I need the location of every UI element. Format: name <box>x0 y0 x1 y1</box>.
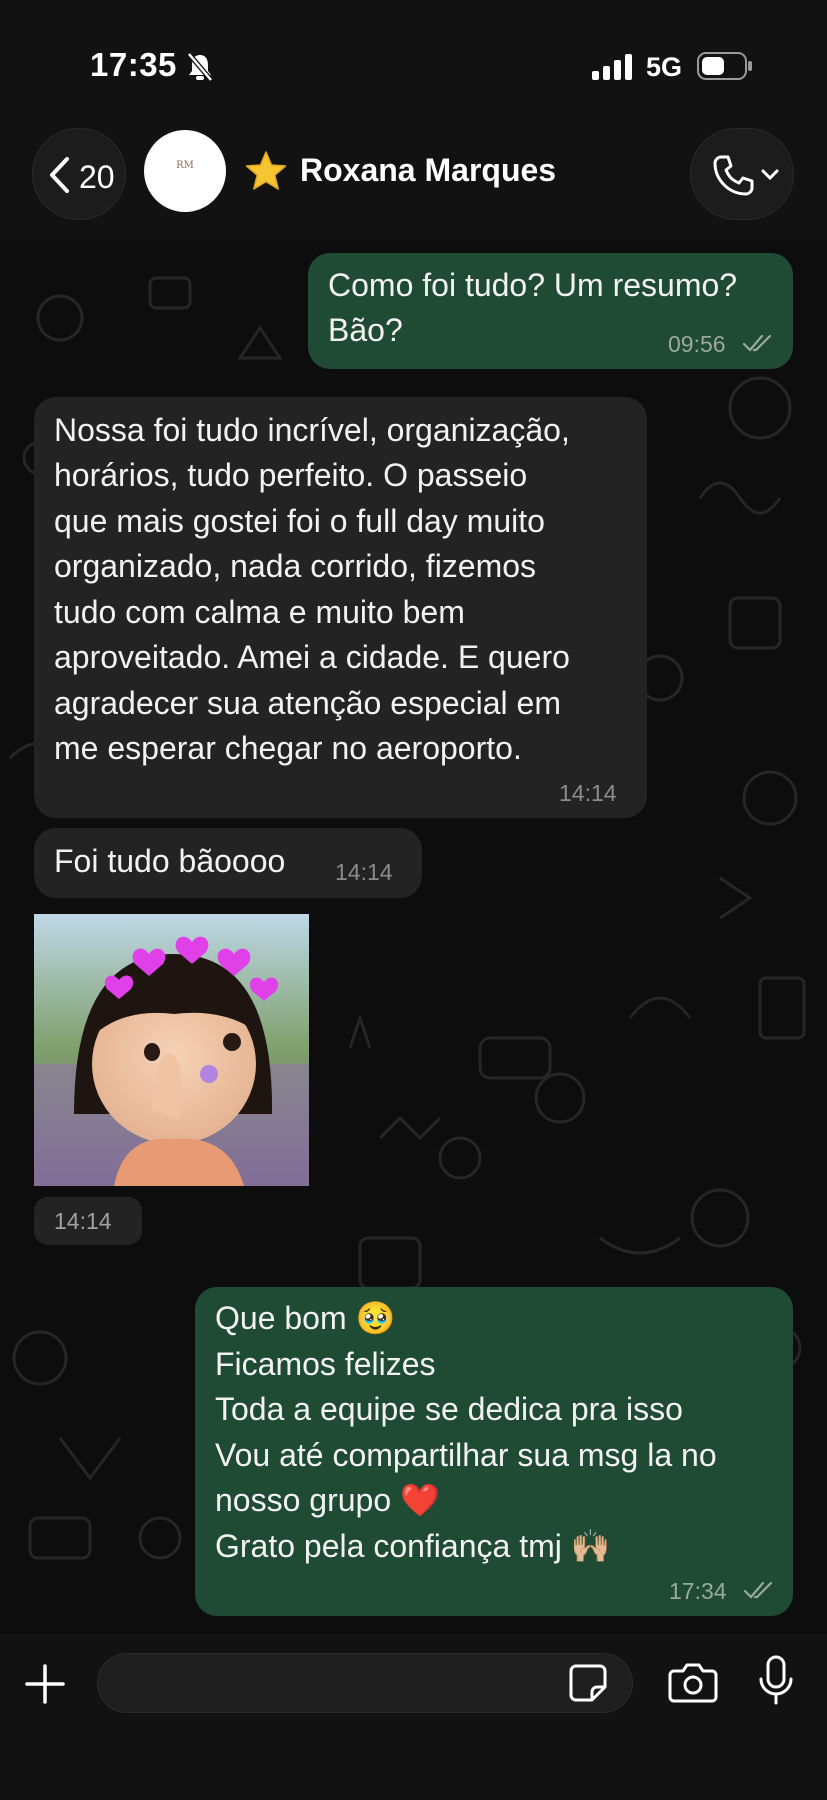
message-line: Foi tudo bãoooo <box>54 843 286 879</box>
incoming-message[interactable]: Nossa foi tudo incrível, organização, ho… <box>34 397 647 818</box>
sticker-time-pill: 14:14 <box>34 1197 142 1245</box>
microphone-icon[interactable] <box>756 1655 796 1707</box>
status-bar: 17:35 5G <box>0 0 827 130</box>
read-ticks-icon <box>742 334 772 352</box>
input-bar <box>0 1633 827 1800</box>
message-line: agradecer sua atenção especial em <box>54 685 561 721</box>
message-line: organizado, nada corrido, fizemos <box>54 548 537 584</box>
message-line: Ficamos felizes <box>215 1346 436 1382</box>
signal-icon <box>592 54 632 80</box>
outgoing-message[interactable]: Como foi tudo? Um resumo? Bão? 09:56 <box>308 253 793 369</box>
chat-header: 20 RM Roxana Marques <box>0 118 827 240</box>
plus-icon[interactable] <box>24 1663 66 1705</box>
message-line: Nossa foi tudo incrível, organização, <box>54 412 570 448</box>
message-time: 14:14 <box>335 859 393 885</box>
message-line: Como foi tudo? Um resumo? <box>328 267 738 303</box>
outgoing-message[interactable]: Que bom 🥹 Ficamos felizes Toda a equipe … <box>195 1287 793 1616</box>
sticker-icon[interactable] <box>568 1663 608 1703</box>
message-time: 14:14 <box>54 1208 112 1234</box>
contact-name[interactable]: Roxana Marques <box>300 152 556 189</box>
message-input[interactable] <box>97 1653 633 1713</box>
network-label: 5G <box>646 52 683 82</box>
message-line: Bão? <box>328 312 403 348</box>
message-line: Grato pela confiança tmj 🙌🏼 <box>215 1528 611 1564</box>
chevron-left-icon <box>50 157 69 193</box>
read-ticks-icon <box>743 1581 773 1599</box>
status-time: 17:35 <box>90 46 177 83</box>
message-line: Toda a equipe se dedica pra isso <box>215 1391 683 1427</box>
message-line: aproveitado. Amei a cidade. E quero <box>54 639 570 675</box>
message-time: 09:56 <box>668 331 726 357</box>
message-line: que mais gostei foi o full day muito <box>54 503 545 539</box>
call-button[interactable] <box>690 128 794 220</box>
message-line: Vou até compartilhar sua msg la no <box>215 1437 717 1473</box>
phone-icon <box>713 155 754 196</box>
avatar[interactable]: RM <box>144 130 226 212</box>
avatar-logo: RM <box>176 160 194 171</box>
unread-count: 20 <box>79 159 115 195</box>
message-line: nosso grupo ❤️ <box>215 1482 440 1518</box>
chevron-down-icon <box>761 169 779 181</box>
battery-icon <box>697 52 752 80</box>
message-line: me esperar chegar no aeroporto. <box>54 730 522 766</box>
message-line: Que bom 🥹 <box>215 1300 396 1336</box>
star-icon <box>245 151 287 190</box>
message-line: horários, tudo perfeito. O passeio <box>54 457 528 493</box>
bell-off-icon <box>187 52 213 82</box>
message-line: tudo com calma e muito bem <box>54 594 465 630</box>
message-time: 17:34 <box>669 1578 727 1604</box>
sticker-image[interactable] <box>34 914 309 1186</box>
incoming-message[interactable]: Foi tudo bãoooo 14:14 <box>34 828 422 898</box>
back-button[interactable]: 20 <box>32 128 126 220</box>
camera-icon[interactable] <box>668 1661 718 1703</box>
message-time: 14:14 <box>559 780 617 806</box>
